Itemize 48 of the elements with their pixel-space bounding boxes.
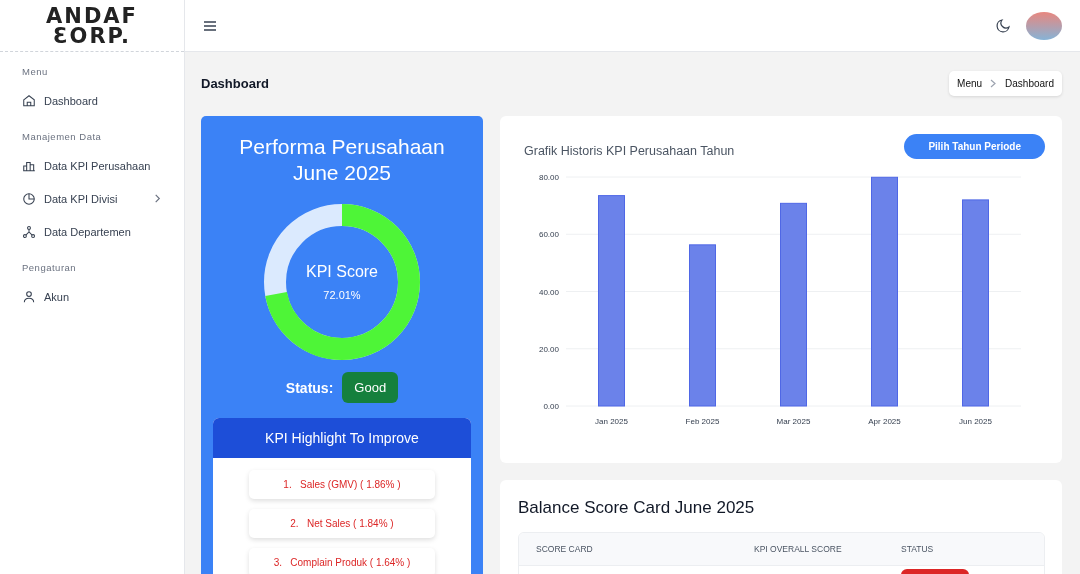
axis-tick-label: Apr 2025 xyxy=(868,417,901,426)
company-logo: ANDAF ƐORP. xyxy=(0,0,184,52)
sidebar-item[interactable]: Dashboard xyxy=(22,84,162,117)
chevron-right-icon xyxy=(990,78,998,88)
column-header: STATUS xyxy=(901,544,935,554)
menu-section-heading: Menu xyxy=(22,65,49,79)
breadcrumb-link[interactable]: Menu xyxy=(957,77,983,89)
chart-title: Grafik Historis KPI Perusahaan Tahun xyxy=(524,143,735,158)
kpi-score-label: KPI Score xyxy=(306,263,378,281)
pie-chart-icon xyxy=(22,191,36,206)
highlight-title: KPI Highlight To Improve xyxy=(213,418,471,458)
highlight-item: 2. Net Sales ( 1.84% ) xyxy=(249,509,435,538)
highlight-item: 1. Sales (GMV) ( 1.86% ) xyxy=(249,470,435,499)
hierarchy-icon xyxy=(22,224,36,239)
axis-tick-label: Jun 2025 xyxy=(959,417,992,426)
menu-button[interactable] xyxy=(203,18,217,33)
sidebar-item[interactable]: Data Departemen xyxy=(22,215,162,248)
moon-icon xyxy=(996,18,1010,33)
axis-tick-label: Feb 2025 xyxy=(685,417,720,426)
menu-section-heading: Pengaturan xyxy=(22,261,78,275)
axis-tick-label: 40.00 xyxy=(538,287,559,297)
breadcrumb-link[interactable]: Dashboard xyxy=(1005,77,1054,89)
axis-tick-label: 60.00 xyxy=(538,230,559,240)
menu-icon xyxy=(203,18,217,33)
status-label: Status: xyxy=(285,379,334,396)
user-icon xyxy=(22,289,36,304)
select-period-button[interactable]: Pilih Tahun Periode xyxy=(904,134,1045,159)
avatar[interactable] xyxy=(1026,11,1062,40)
sidebar-item[interactable]: Data KPI Divisi xyxy=(22,182,162,215)
kpi-score-value: 72.01% xyxy=(323,289,361,301)
axis-tick-label: 20.00 xyxy=(538,344,559,354)
axis-tick-label: Jan 2025 xyxy=(595,417,628,426)
axis-tick-label: Mar 2025 xyxy=(776,417,811,426)
sidebar-item[interactable]: Data KPI Perusahaan xyxy=(22,149,162,182)
column-header: SCORE CARD xyxy=(536,544,594,554)
status-badge: Good xyxy=(342,372,399,403)
column-header: KPI OVERALL SCORE xyxy=(754,544,843,554)
home-icon xyxy=(22,93,36,108)
highlight-item: 3. Complain Produk ( 1.64% ) xyxy=(249,548,435,574)
axis-tick-label: 80.00 xyxy=(538,173,559,182)
card-title: Performa Perusahaan June 2025 xyxy=(238,134,446,186)
theme-toggle-button[interactable] xyxy=(996,18,1010,33)
sidebar-item[interactable]: Akun xyxy=(22,280,162,313)
menu-section-heading: Manajemen Data xyxy=(22,130,103,144)
status-badge xyxy=(901,569,969,574)
page-title: Dashboard xyxy=(201,75,269,91)
axis-tick-label: 0.00 xyxy=(543,402,559,411)
card-title: Balance Score Card June 2025 xyxy=(518,498,756,518)
